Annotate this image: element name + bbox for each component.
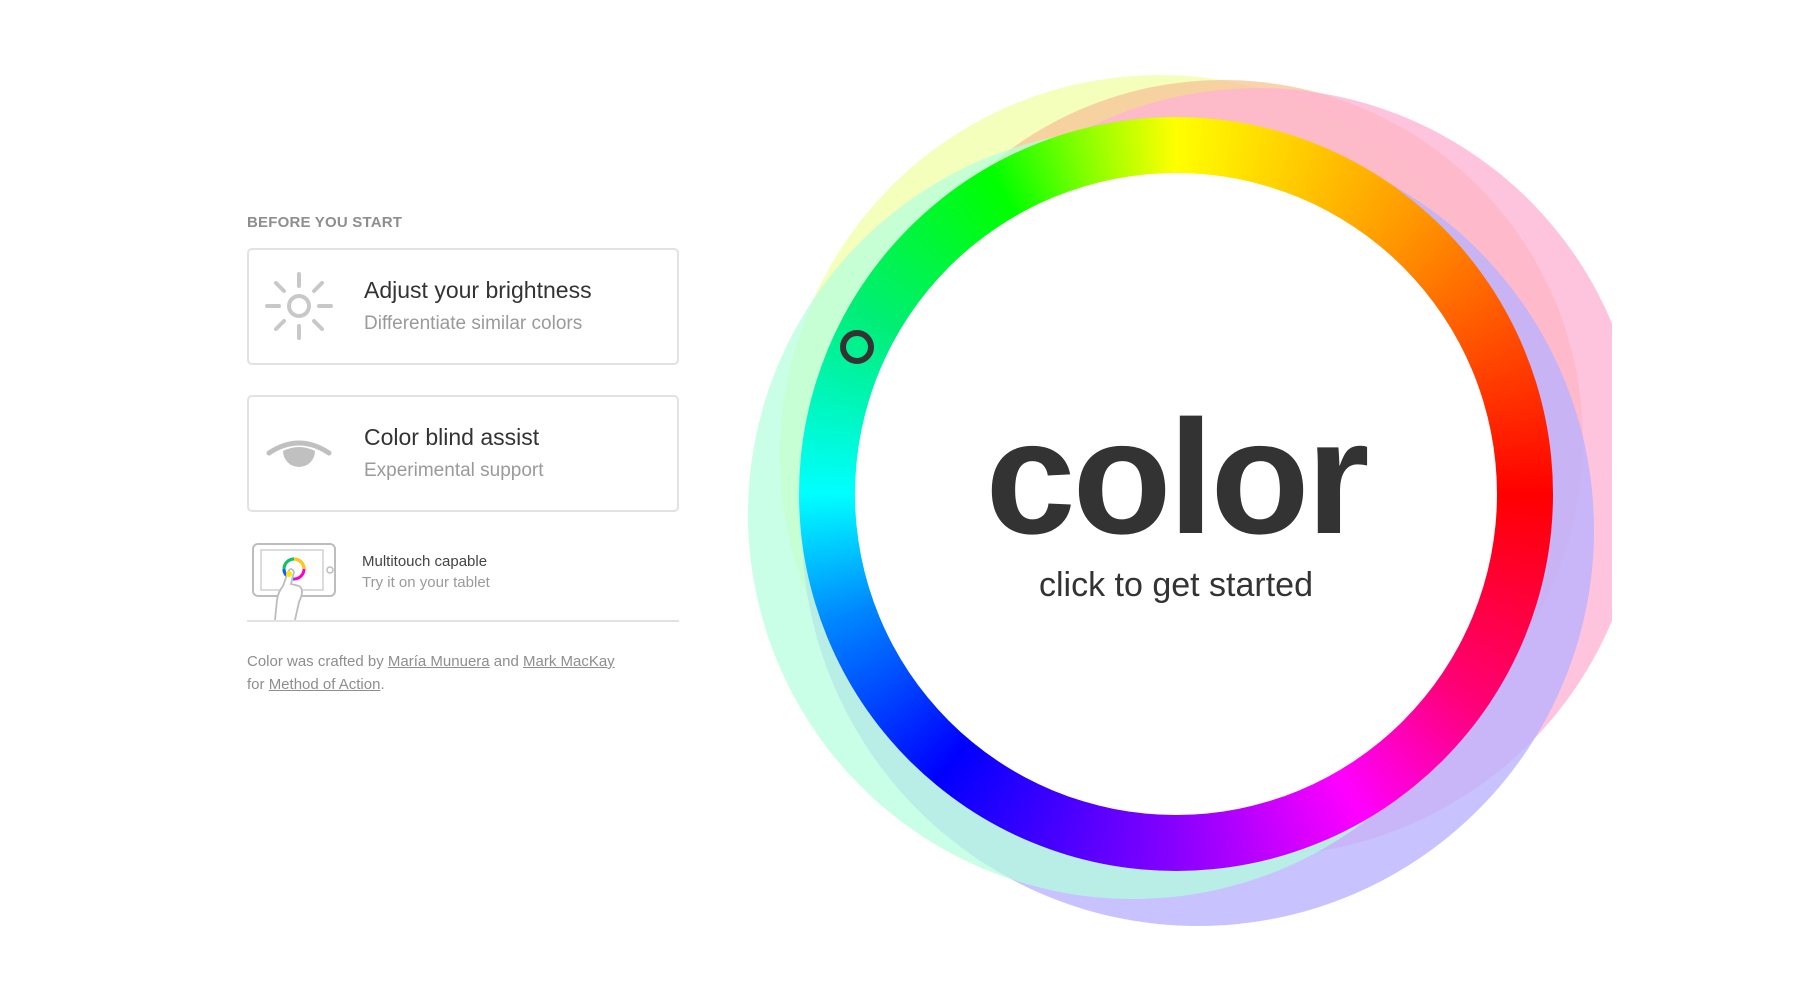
method-of-action-link[interactable]: Method of Action	[269, 676, 381, 693]
color-blind-card[interactable]: Color blind assist Experimental support	[247, 395, 679, 512]
app-title: color	[985, 387, 1369, 568]
brightness-subtitle: Differentiate similar colors	[364, 313, 583, 334]
author-mark-link[interactable]: Mark MacKay	[523, 653, 615, 670]
sun-icon	[265, 272, 333, 340]
color-wheel-area[interactable]: color click to get started	[748, 62, 1612, 935]
brightness-title: Adjust your brightness	[364, 277, 592, 303]
multitouch-title: Multitouch capable	[362, 553, 488, 570]
color-blind-subtitle: Experimental support	[364, 460, 544, 481]
section-heading: BEFORE YOU START	[247, 214, 403, 231]
color-selector-handle[interactable]	[840, 330, 874, 364]
credits-and: and	[493, 653, 519, 670]
multitouch-info: Multitouch capable Try it on your tablet	[247, 542, 679, 622]
multitouch-subtitle: Try it on your tablet	[362, 574, 490, 591]
before-you-start-panel: BEFORE YOU START Adjust your brightness …	[247, 214, 679, 696]
color-blind-title: Color blind assist	[364, 424, 540, 450]
author-maria-link[interactable]: María Munuera	[388, 653, 490, 670]
credits-prefix: Color was crafted by	[247, 653, 384, 670]
tablet-touch-icon	[252, 543, 336, 620]
get-started-prompt[interactable]: click to get started	[799, 565, 1553, 605]
eye-icon	[266, 440, 332, 467]
brightness-card[interactable]: Adjust your brightness Differentiate sim…	[247, 248, 679, 365]
credits-suffix: .	[380, 676, 385, 693]
credits: Color was crafted by María Munuera and M…	[247, 650, 679, 696]
credits-for: for	[247, 676, 265, 693]
